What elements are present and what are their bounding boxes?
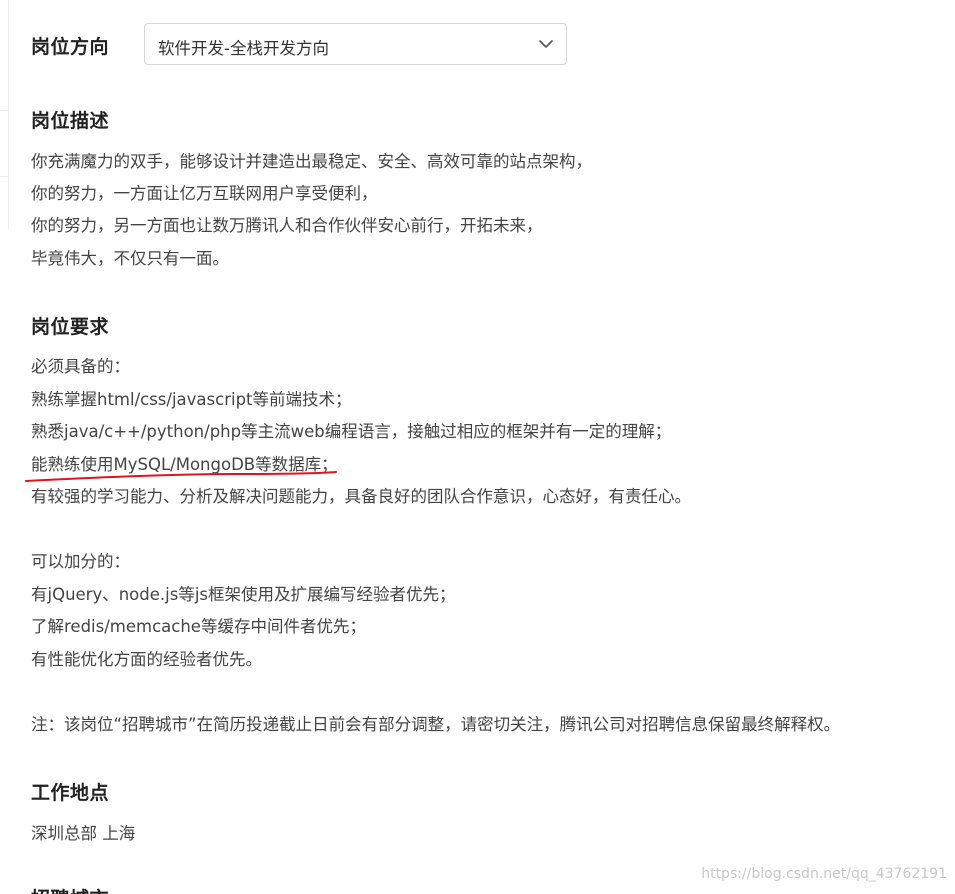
required-item: 有较强的学习能力、分析及解决问题能力，具备良好的团队合作意识，心态好，有责任心。 [31, 487, 691, 506]
direction-select-value: 软件开发-全栈开发方向 [158, 39, 329, 58]
direction-select[interactable]: 软件开发-全栈开发方向 [144, 23, 567, 65]
left-panel-divider [0, 110, 8, 111]
required-item: 熟悉java/c++/python/php等主流web编程语言，接触过相应的框架… [31, 422, 672, 441]
description-line: 你充满魔力的双手，能够设计并建造出最稳定、安全、高效可靠的站点架构， [31, 152, 592, 171]
required-heading: 必须具备的： [31, 357, 130, 376]
description-title: 岗位描述 [31, 110, 110, 132]
left-panel-edge [0, 0, 9, 230]
direction-row: 岗位方向 软件开发-全栈开发方向 [31, 22, 571, 68]
direction-label: 岗位方向 [31, 36, 110, 58]
description-line: 你的努力，一方面让亿万互联网用户享受便利， [31, 184, 378, 203]
location-title: 工作地点 [31, 782, 110, 804]
bonus-item: 有性能优化方面的经验者优先。 [31, 650, 262, 669]
description-line: 毕竟伟大，不仅只有一面。 [31, 249, 229, 268]
chevron-down-icon [539, 40, 553, 48]
watermark: https://blog.csdn.net/qq_43762191 [701, 866, 947, 882]
bonus-item: 有jQuery、node.js等js框架使用及扩展编写经验者优先； [31, 585, 456, 604]
bonus-heading: 可以加分的： [31, 552, 130, 571]
bonus-item: 了解redis/memcache等缓存中间件者优先； [31, 617, 366, 636]
requirements-title: 岗位要求 [31, 316, 110, 338]
requirements-note: 注：该岗位“招聘城市”在简历投递截止日前会有部分调整，请密切关注，腾讯公司对招聘… [31, 715, 841, 734]
description-line: 你的努力，另一方面也让数万腾讯人和合作伙伴安心前行，开拓未来， [31, 216, 543, 235]
location-value: 深圳总部 上海 [31, 824, 136, 843]
next-section-title: 招聘城市 [31, 884, 109, 894]
red-underline-annotation [25, 471, 337, 482]
left-panel-divider [0, 176, 8, 177]
required-item: 熟练掌握html/css/javascript等前端技术； [31, 390, 352, 409]
